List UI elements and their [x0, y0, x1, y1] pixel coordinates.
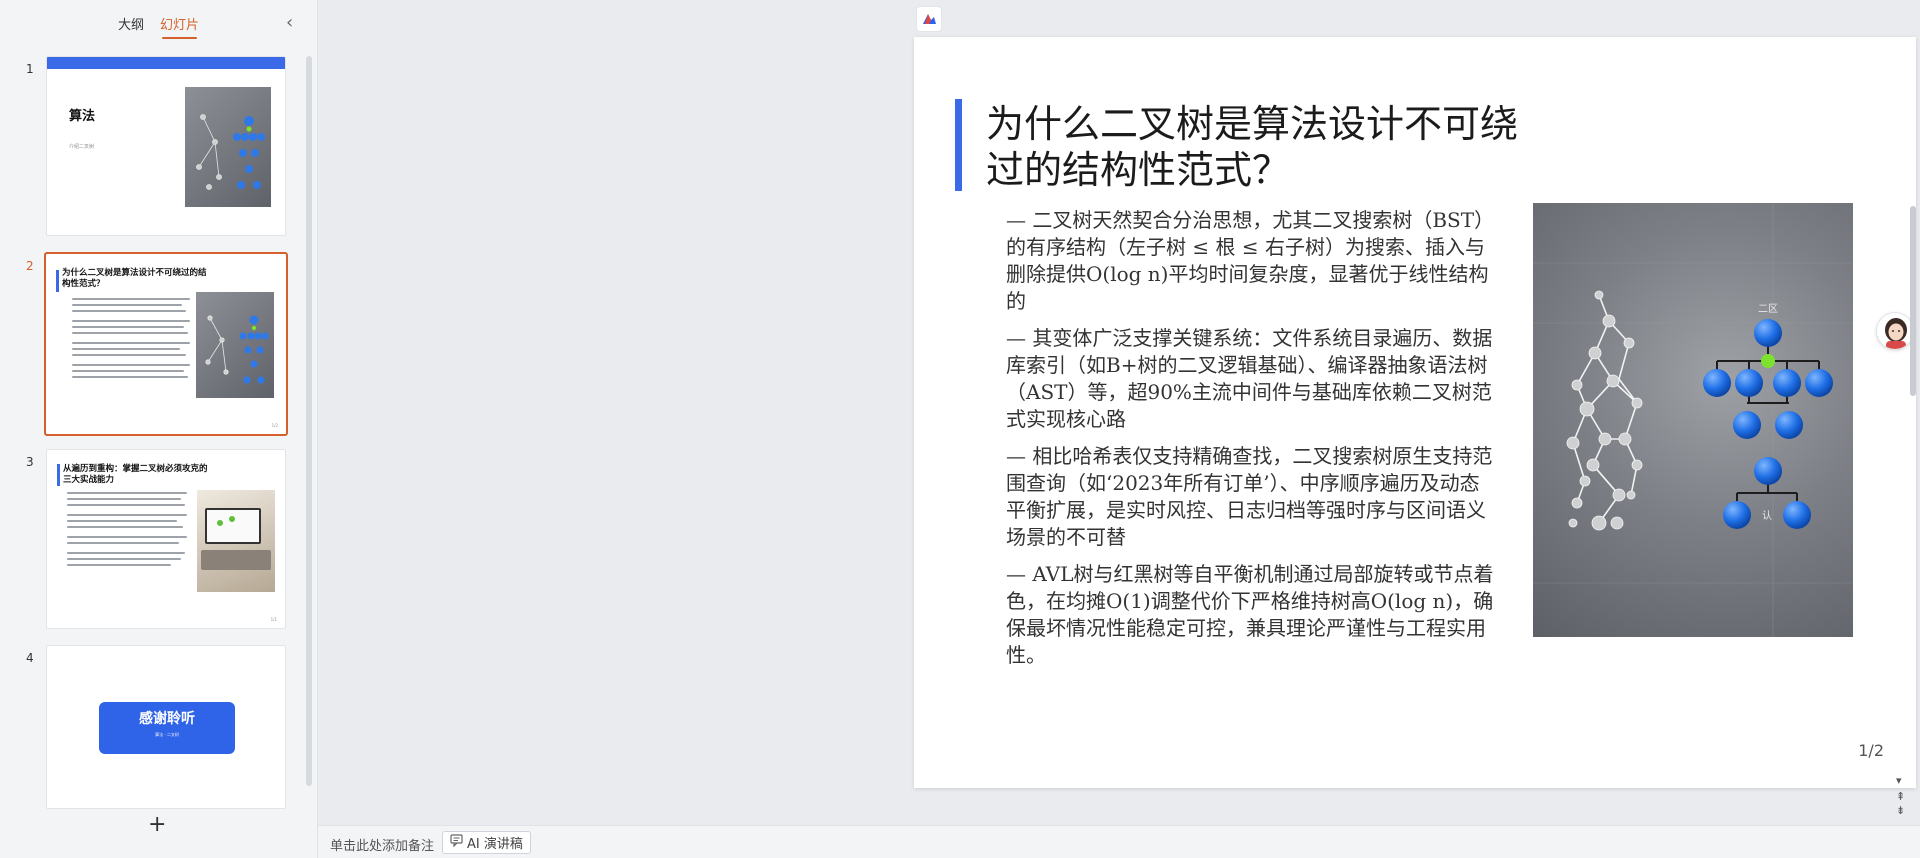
image-label-top: 二区 [1758, 303, 1778, 315]
tab-slides[interactable]: 幻灯片 [160, 14, 199, 39]
thumb-accent-bar [56, 270, 59, 292]
thumb-tree-image [196, 292, 274, 398]
thumb-page-number: 1/2 [271, 423, 278, 428]
thumb-text-line [72, 332, 188, 334]
slide-number: 1 [26, 62, 34, 76]
notes-bar: 单击此处添加备注 AI 演讲稿 [318, 825, 1920, 858]
thumb-text-line [72, 304, 182, 306]
slide-thumbnail-2[interactable]: 为什么二叉树是算法设计不可绕过的结构性范式？ 1/2 [44, 252, 288, 436]
bullet-item: — AVL树与红黑树等自平衡机制通过局部旋转或节点着色，在均摊O(1)调整代价下… [1006, 562, 1494, 667]
thumb-subtitle: 介绍二叉树 [69, 144, 95, 150]
thumb-text-line [67, 542, 179, 544]
slide-thumbnail-3[interactable]: 从遍历到重构：掌握二叉树必须攻克的三大实战能力 1/1 [46, 449, 286, 629]
slide-number: 4 [26, 651, 34, 665]
chevron-left-icon[interactable]: ‹ [286, 12, 293, 33]
slide-number: 3 [26, 455, 34, 469]
next-slide-icon[interactable]: ⇟ [1896, 804, 1905, 817]
thumb-text-line [67, 492, 187, 494]
thumb-text-line [67, 520, 177, 522]
tab-outline[interactable]: 大纲 [118, 14, 144, 39]
view-tabs: 大纲 幻灯片 [118, 14, 199, 39]
thumb-text-line [72, 354, 186, 356]
ai-speech-button[interactable]: AI 演讲稿 [442, 831, 531, 854]
thumb-text-line [72, 298, 190, 300]
scroll-down-icon[interactable]: ▾ [1896, 774, 1902, 787]
thumb-text-line [67, 514, 187, 516]
thumb-text-line [67, 564, 171, 566]
slides-panel: 大纲 幻灯片 ‹ 1 算法 介绍二叉树 2 为什么二叉树是算法设计不可绕过的结构… [0, 0, 318, 858]
bullet-list[interactable]: — 二叉树天然契合分治思想，尤其二叉搜索树（BST）的有序结构（左子树 ≤ 根 … [1006, 207, 1496, 679]
thumb-text-line [72, 376, 188, 378]
slide-page-number: 1/2 [1858, 741, 1884, 760]
bullet-item: — 相比哈希表仅支持精确查找，二叉搜索树原生支持范围查询（如‘2023年所有订单… [1006, 444, 1493, 549]
thumb-text-line [72, 342, 190, 344]
canvas-scrollbar[interactable] [1910, 206, 1916, 396]
thumb-title: 算法 [69, 109, 96, 124]
bullet-item: — 二叉树天然契合分治思想，尤其二叉搜索树（BST）的有序结构（左子树 ≤ 根 … [1006, 208, 1495, 313]
slide-thumbnail-1[interactable]: 算法 介绍二叉树 [46, 56, 286, 236]
thumb-text-line [72, 310, 186, 312]
thumbnail-scrollbar[interactable] [306, 56, 312, 786]
thumb-text-line [67, 558, 181, 560]
slide-number: 2 [26, 259, 34, 273]
slide-thumbnail-4[interactable]: 感谢聆听 算法 · 二叉树 [46, 645, 286, 809]
slide-canvas-area: 为什么二叉树是算法设计不可绕过的结构性范式？ — 二叉树天然契合分治思想，尤其二… [318, 0, 1920, 825]
thumb-text-line [67, 504, 185, 506]
thumb-title: 为什么二叉树是算法设计不可绕过的结构性范式？ [62, 268, 207, 289]
thumb-title: 感谢聆听 [139, 711, 195, 727]
ai-speech-label: AI 演讲稿 [467, 837, 523, 852]
thumb-text-line [67, 526, 183, 528]
title-accent-bar [955, 99, 962, 191]
slide-title[interactable]: 为什么二叉树是算法设计不可绕过的结构性范式？ [986, 101, 1546, 193]
thumb-text-line [67, 536, 187, 538]
thumb-text-line [72, 364, 190, 366]
app-logo-icon[interactable] [916, 6, 942, 32]
thumb-accent-bar [57, 464, 60, 486]
bullet-item: — 其变体广泛支撑关键系统：文件系统目录遍历、数据库索引（如B+树的二叉逻辑基础… [1006, 326, 1493, 431]
notes-input[interactable]: 单击此处添加备注 [330, 835, 434, 854]
speech-icon [450, 834, 463, 851]
binary-tree-image[interactable]: 二区 认 [1533, 203, 1853, 637]
thumb-subtitle: 算法 · 二叉树 [155, 732, 179, 737]
previous-slide-icon[interactable]: ⇞ [1896, 790, 1905, 803]
thumb-text-line [72, 370, 184, 372]
image-label-bottom: 认 [1762, 509, 1772, 522]
thumb-text-line [72, 326, 184, 328]
thumb-page-number: 1/1 [270, 617, 277, 622]
plus-icon[interactable]: + [148, 812, 166, 837]
thanks-banner: 感谢聆听 算法 · 二叉树 [99, 702, 235, 754]
thumb-text-line [72, 320, 190, 322]
thumb-tree-image [185, 87, 271, 207]
thumb-header-bar [47, 57, 285, 69]
thumb-laptop-image [197, 490, 275, 592]
thumb-text-line [72, 348, 180, 350]
assistant-avatar-icon[interactable] [1876, 312, 1914, 350]
current-slide[interactable]: 为什么二叉树是算法设计不可绕过的结构性范式？ — 二叉树天然契合分治思想，尤其二… [914, 37, 1916, 788]
thumb-text-line [67, 498, 181, 500]
thumb-title: 从遍历到重构：掌握二叉树必须攻克的三大实战能力 [63, 464, 208, 485]
thumb-text-line [67, 552, 185, 554]
